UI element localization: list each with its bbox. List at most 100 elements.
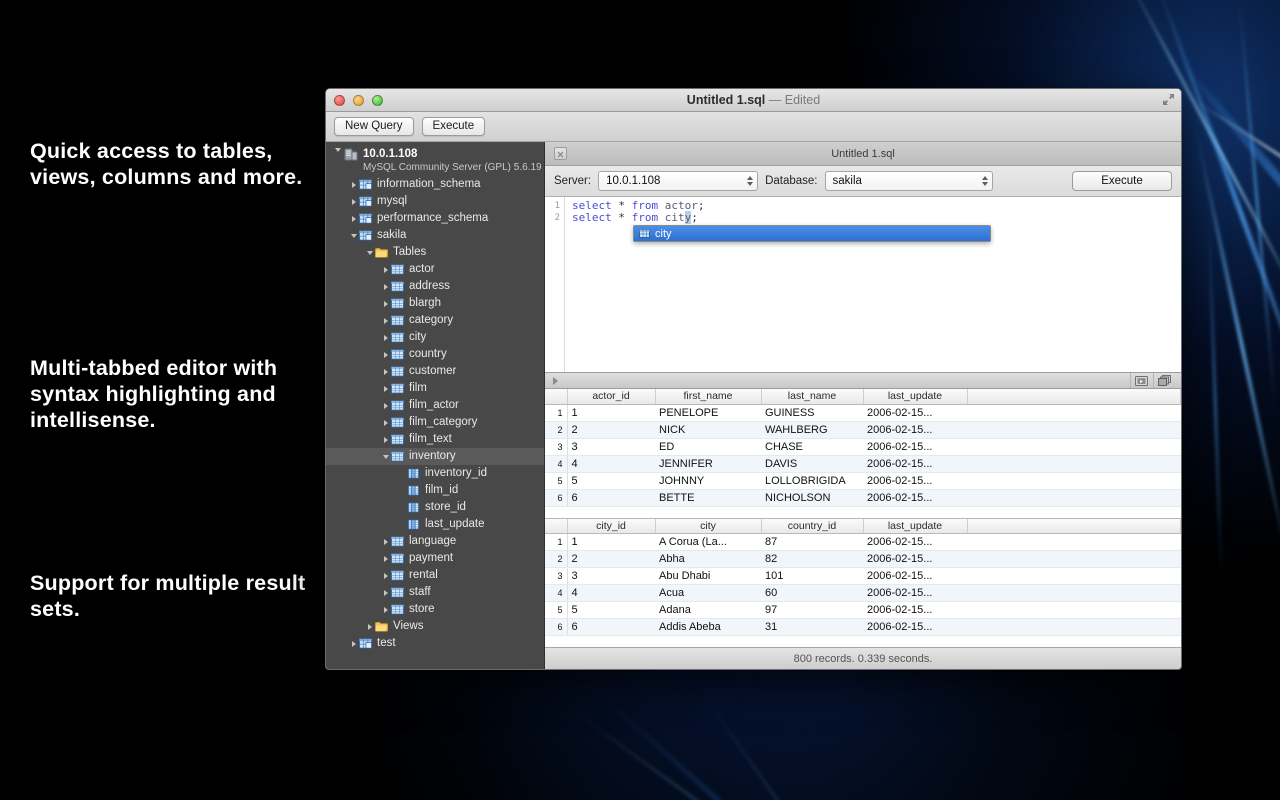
table-cell[interactable]: ED: [655, 438, 761, 455]
tree-item-sakila[interactable]: sakila: [326, 227, 544, 244]
disclosure-triangle[interactable]: [348, 641, 359, 647]
table-cell[interactable]: GUINESS: [761, 404, 863, 421]
tree-item-customer[interactable]: customer: [326, 363, 544, 380]
table-cell[interactable]: 3: [567, 568, 655, 585]
disclosure-triangle[interactable]: [380, 573, 391, 579]
table-cell[interactable]: 2006-02-15...: [863, 551, 967, 568]
disclosure-triangle[interactable]: [348, 199, 359, 205]
table-cell[interactable]: NICHOLSON: [761, 489, 863, 506]
disclosure-triangle[interactable]: [380, 284, 391, 290]
execute-query-button[interactable]: Execute: [1072, 171, 1172, 191]
tree-item-film_category[interactable]: film_category: [326, 414, 544, 431]
tab-title[interactable]: Untitled 1.sql: [545, 148, 1181, 160]
column-header[interactable]: last_name: [761, 389, 863, 404]
tree-item-actor[interactable]: actor: [326, 261, 544, 278]
disclosure-triangle[interactable]: [380, 318, 391, 324]
tree-item-store[interactable]: store: [326, 601, 544, 618]
server-select[interactable]: 10.0.1.108: [598, 171, 758, 191]
column-header[interactable]: city_id: [567, 519, 655, 534]
tree-item-test[interactable]: test: [326, 635, 544, 652]
table-cell[interactable]: 2006-02-15...: [863, 438, 967, 455]
tree-item-language[interactable]: language: [326, 533, 544, 550]
line-content[interactable]: select * from city;: [565, 212, 698, 224]
tree-item-mysql[interactable]: mysql: [326, 193, 544, 210]
code-line[interactable]: 2 select * from city;: [545, 212, 1181, 224]
table-cell[interactable]: Adana: [655, 602, 761, 619]
export-folder-icon[interactable]: [1130, 373, 1152, 388]
table-cell[interactable]: PENELOPE: [655, 404, 761, 421]
table-cell[interactable]: 2006-02-15...: [863, 534, 967, 551]
tree-item-information_schema[interactable]: information_schema: [326, 176, 544, 193]
table-cell[interactable]: A Corua (La...: [655, 534, 761, 551]
table-cell[interactable]: BETTE: [655, 489, 761, 506]
column-header[interactable]: actor_id: [567, 389, 655, 404]
table-cell[interactable]: 3: [567, 438, 655, 455]
column-header[interactable]: city: [655, 519, 761, 534]
sql-editor[interactable]: 1 select * from actor; 2 select * from c…: [545, 197, 1181, 372]
document-tabbar[interactable]: Untitled 1.sql: [545, 142, 1181, 166]
table-cell[interactable]: 31: [761, 619, 863, 636]
table-row[interactable]: 55JOHNNYLOLLOBRIGIDA2006-02-15...: [545, 472, 1181, 489]
table-cell[interactable]: 1: [567, 404, 655, 421]
table-cell[interactable]: 60: [761, 585, 863, 602]
column-header[interactable]: last_update: [863, 389, 967, 404]
disclosure-triangle[interactable]: [380, 607, 391, 613]
table-cell[interactable]: JOHNNY: [655, 472, 761, 489]
tree-item-blargh[interactable]: blargh: [326, 295, 544, 312]
disclosure-triangle[interactable]: [380, 539, 391, 545]
tree-item-inventory[interactable]: inventory: [326, 448, 544, 465]
tree-item-film_id[interactable]: film_id: [326, 482, 544, 499]
tree-item-rental[interactable]: rental: [326, 567, 544, 584]
disclosure-triangle[interactable]: [380, 437, 391, 443]
disclosure-triangle[interactable]: [348, 216, 359, 222]
table-cell[interactable]: 1: [567, 534, 655, 551]
tree-item-staff[interactable]: staff: [326, 584, 544, 601]
table-cell[interactable]: JENNIFER: [655, 455, 761, 472]
disclosure-triangle[interactable]: [348, 182, 359, 188]
table-cell[interactable]: Abha: [655, 551, 761, 568]
table-row[interactable]: 11A Corua (La...872006-02-15...: [545, 534, 1181, 551]
disclosure-triangle[interactable]: [348, 234, 359, 238]
disclosure-triangle[interactable]: [364, 251, 375, 255]
disclosure-triangle[interactable]: [380, 369, 391, 375]
column-header[interactable]: country_id: [761, 519, 863, 534]
tree-item-inventory_id[interactable]: inventory_id: [326, 465, 544, 482]
tree-item-city[interactable]: city: [326, 329, 544, 346]
table-cell[interactable]: WAHLBERG: [761, 421, 863, 438]
table-row[interactable]: 33EDCHASE2006-02-15...: [545, 438, 1181, 455]
disclosure-triangle[interactable]: [380, 590, 391, 596]
table-row[interactable]: 55Adana972006-02-15...: [545, 602, 1181, 619]
column-header[interactable]: last_update: [863, 519, 967, 534]
table-cell[interactable]: 4: [567, 585, 655, 602]
fullscreen-icon[interactable]: [1162, 93, 1175, 106]
disclosure-triangle[interactable]: [380, 386, 391, 392]
tree-item-views[interactable]: Views: [326, 618, 544, 635]
table-cell[interactable]: 4: [567, 455, 655, 472]
table-cell[interactable]: 2006-02-15...: [863, 619, 967, 636]
tree-item-country[interactable]: country: [326, 346, 544, 363]
autocomplete-popup[interactable]: city: [633, 225, 991, 242]
new-query-button[interactable]: New Query: [334, 117, 414, 136]
table-cell[interactable]: DAVIS: [761, 455, 863, 472]
actor-result-grid[interactable]: actor_id first_name last_name last_updat…: [545, 389, 1181, 518]
table-cell[interactable]: Addis Abeba: [655, 619, 761, 636]
table-cell[interactable]: 5: [567, 602, 655, 619]
server-node[interactable]: 10.0.1.108 MySQL Community Server (GPL) …: [326, 145, 544, 176]
table-row[interactable]: 33Abu Dhabi1012006-02-15...: [545, 568, 1181, 585]
table-cell[interactable]: CHASE: [761, 438, 863, 455]
table-row[interactable]: 22NICKWAHLBERG2006-02-15...: [545, 421, 1181, 438]
table-cell[interactable]: Abu Dhabi: [655, 568, 761, 585]
table-cell[interactable]: 2006-02-15...: [863, 404, 967, 421]
table-row[interactable]: 11PENELOPEGUINESS2006-02-15...: [545, 404, 1181, 421]
table-row[interactable]: 22Abha822006-02-15...: [545, 551, 1181, 568]
table-cell[interactable]: 2006-02-15...: [863, 602, 967, 619]
stacked-layers-icon[interactable]: [1153, 373, 1175, 388]
tree-item-category[interactable]: category: [326, 312, 544, 329]
tree-item-address[interactable]: address: [326, 278, 544, 295]
table-cell[interactable]: LOLLOBRIGIDA: [761, 472, 863, 489]
tree-item-performance_schema[interactable]: performance_schema: [326, 210, 544, 227]
tree-item-last_update[interactable]: last_update: [326, 516, 544, 533]
table-cell[interactable]: 2: [567, 551, 655, 568]
database-tree-sidebar[interactable]: 10.0.1.108 MySQL Community Server (GPL) …: [326, 142, 545, 669]
disclosure-triangle[interactable]: [364, 624, 375, 630]
